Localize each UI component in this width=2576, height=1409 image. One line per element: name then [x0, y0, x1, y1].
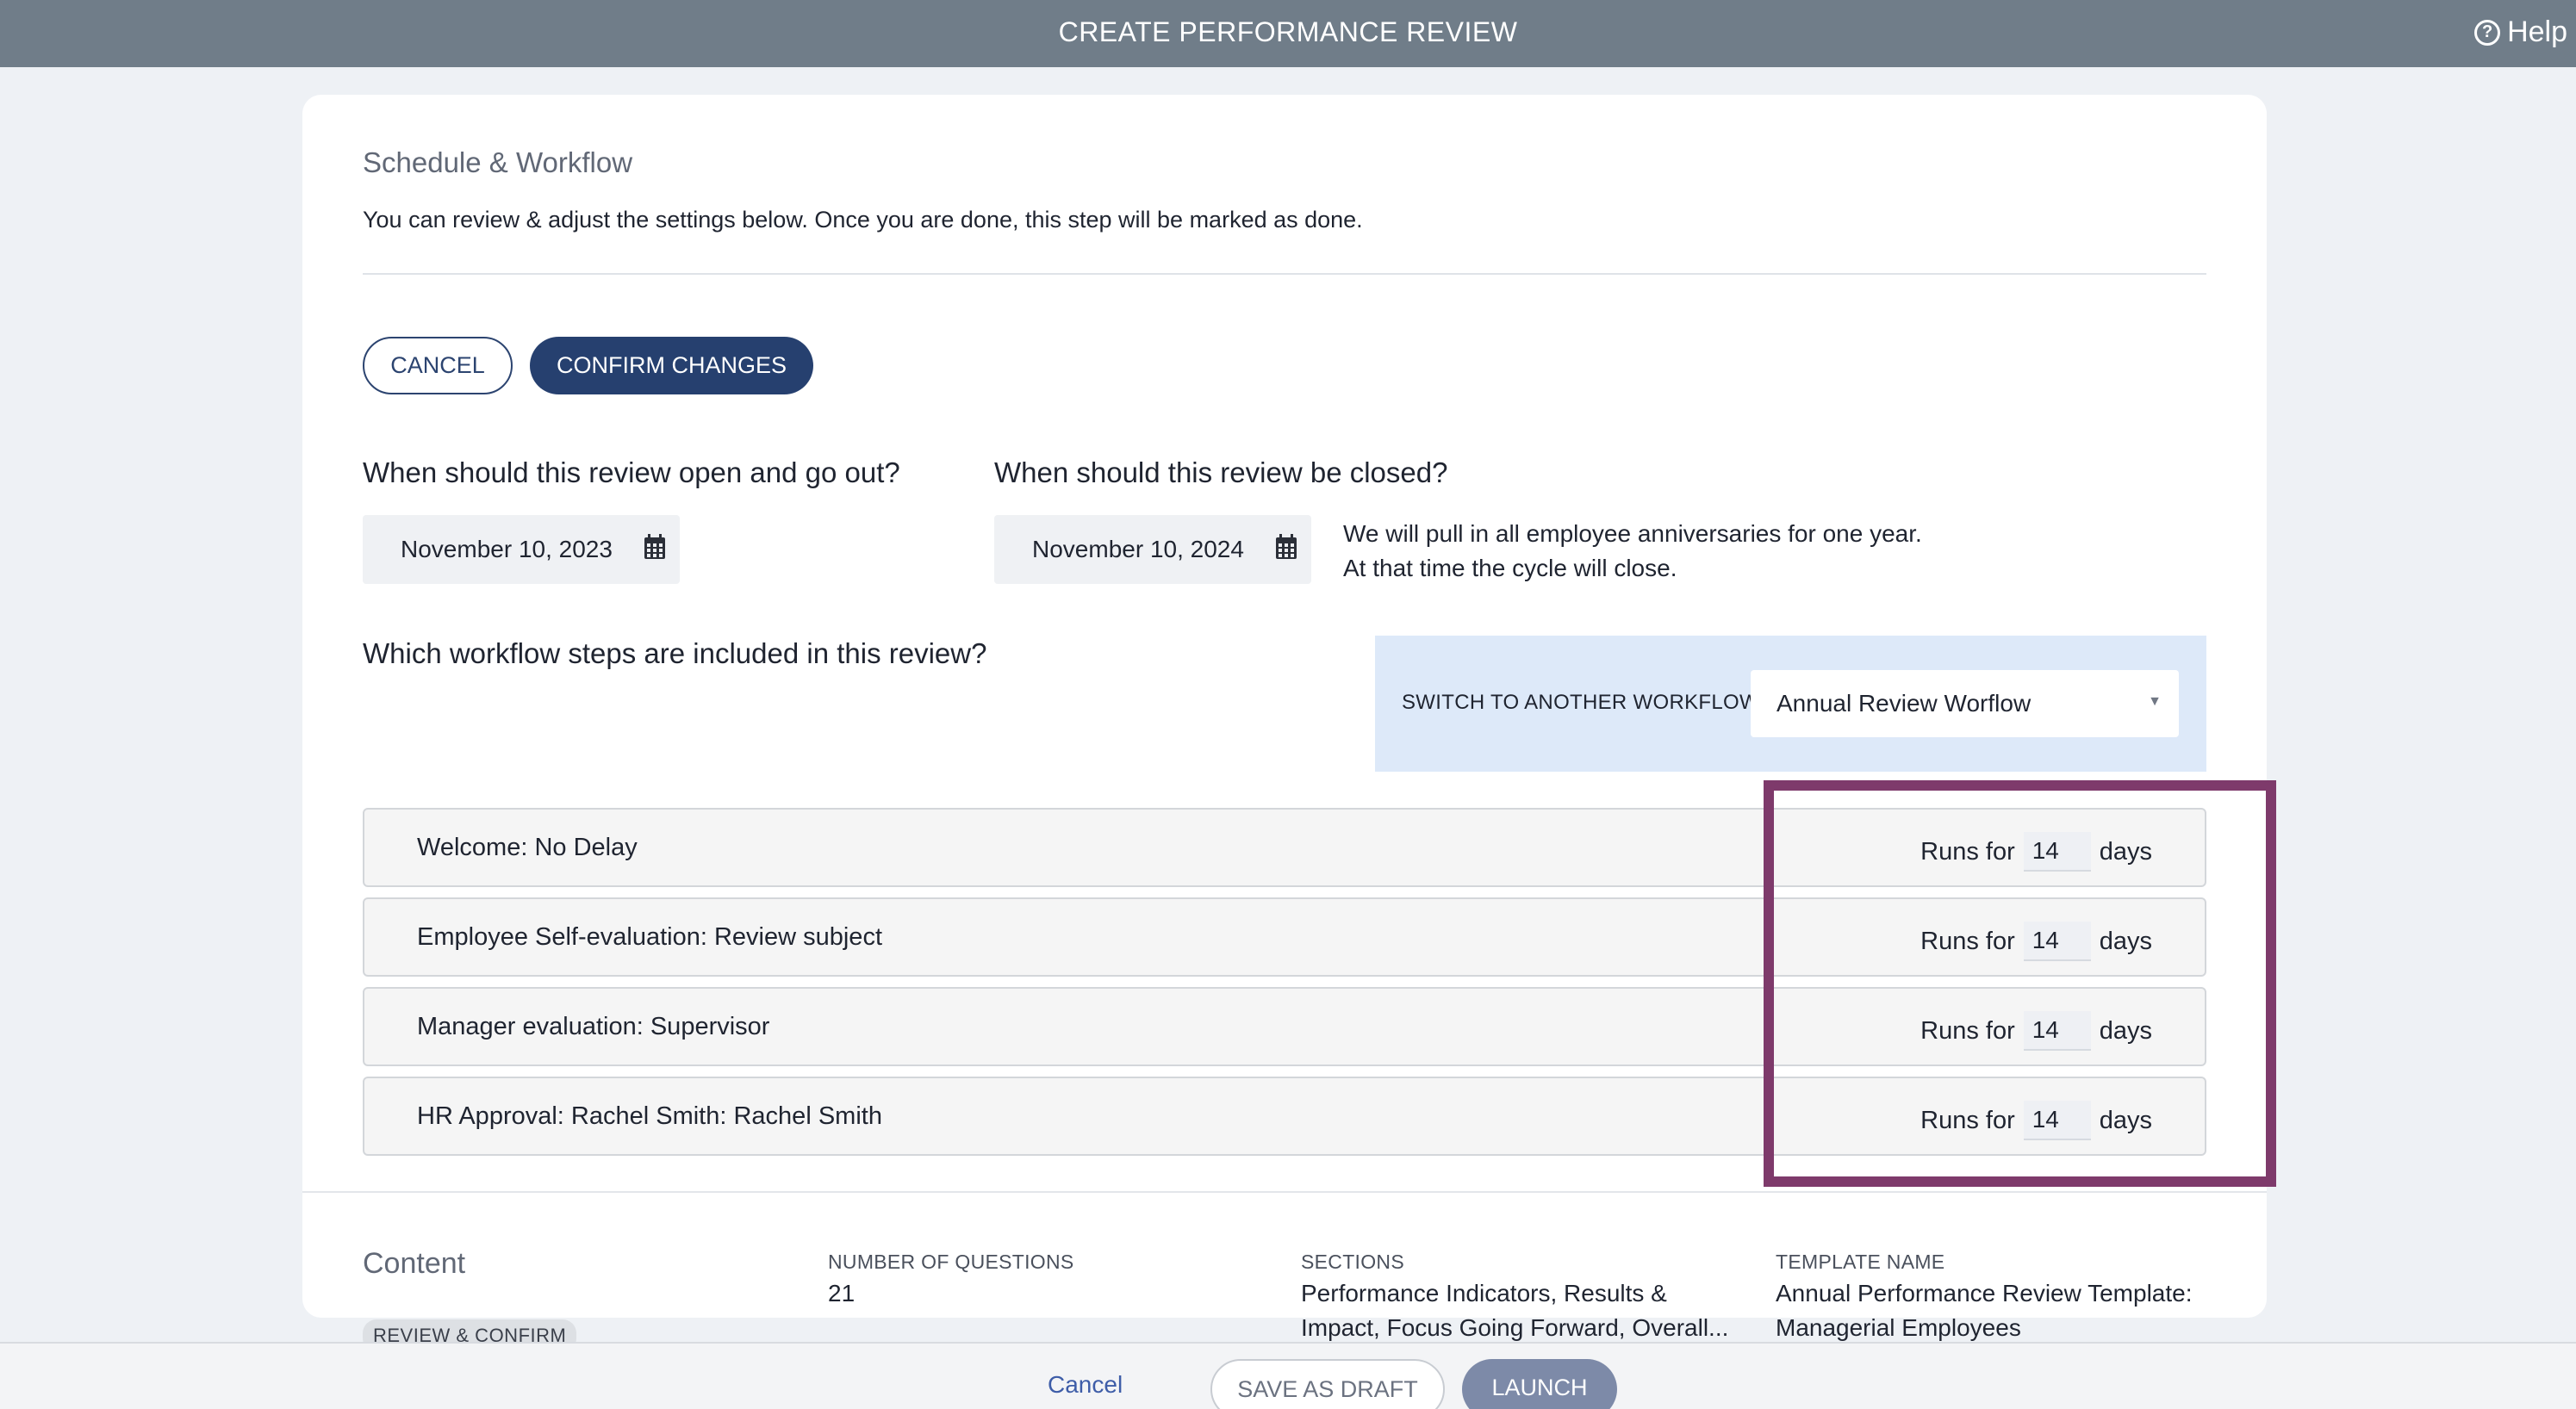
close-note-line2: At that time the cycle will close.	[1343, 555, 1677, 581]
help-label: Help	[2507, 16, 2567, 48]
caret-down-icon: ▼	[2148, 694, 2162, 709]
step-name: Manager evaluation: Supervisor	[417, 1013, 770, 1040]
section-title: Schedule & Workflow	[363, 146, 633, 178]
close-note-line1: We will pull in all employee anniversari…	[1343, 520, 1922, 547]
footer-cancel-link[interactable]: Cancel	[1048, 1371, 1123, 1399]
open-date-question: When should this review open and go out?	[363, 456, 900, 488]
confirm-changes-button[interactable]: CONFIRM CHANGES	[530, 337, 813, 394]
sections-value: Performance Indicators, Results & Impact…	[1301, 1276, 1728, 1345]
template-name-value: Annual Performance Review Template: Mana…	[1776, 1276, 2193, 1345]
sections-line1: Performance Indicators, Results &	[1301, 1280, 1667, 1307]
cancel-button[interactable]: CANCEL	[363, 337, 513, 394]
open-date-value: November 10, 2023	[401, 536, 613, 562]
calendar-icon[interactable]	[644, 534, 666, 560]
template-line2: Managerial Employees	[1776, 1314, 2021, 1341]
divider	[302, 1191, 2267, 1193]
help-circle-icon: ?	[2474, 19, 2501, 46]
calendar-icon[interactable]	[1275, 534, 1297, 560]
page-title: CREATE PERFORMANCE REVIEW	[1058, 16, 1518, 47]
workflow-select[interactable]: Annual Review Worflow ▼	[1751, 670, 2179, 737]
sections-line2: Impact, Focus Going Forward, Overall...	[1301, 1314, 1729, 1341]
top-bar: CREATE PERFORMANCE REVIEW ? Help	[0, 0, 2576, 67]
template-line1: Annual Performance Review Template:	[1776, 1280, 2193, 1307]
help-link[interactable]: ? Help	[2474, 16, 2567, 49]
close-date-question: When should this review be closed?	[994, 456, 1448, 488]
save-as-draft-button[interactable]: SAVE AS DRAFT	[1210, 1359, 1445, 1409]
open-date-field[interactable]: November 10, 2023	[363, 515, 680, 584]
num-questions-label: NUMBER OF QUESTIONS	[828, 1251, 1074, 1273]
workflow-select-value: Annual Review Worflow	[1776, 690, 2032, 717]
section-description: You can review & adjust the settings bel…	[363, 207, 1363, 233]
step-name: Welcome: No Delay	[417, 834, 638, 861]
workflow-question: Which workflow steps are included in thi…	[363, 637, 987, 669]
workflow-switch-panel: SWITCH TO ANOTHER WORKFLOW Annual Review…	[1375, 636, 2206, 772]
divider	[363, 273, 2206, 275]
close-note: We will pull in all employee anniversari…	[1343, 517, 1922, 586]
content-section-title: Content	[363, 1247, 466, 1280]
template-name-label: TEMPLATE NAME	[1776, 1251, 1945, 1273]
step-name: HR Approval: Rachel Smith: Rachel Smith	[417, 1102, 882, 1130]
close-date-value: November 10, 2024	[1032, 536, 1244, 562]
switch-workflow-label: SWITCH TO ANOTHER WORKFLOW	[1402, 691, 1759, 714]
step-name: Employee Self-evaluation: Review subject	[417, 923, 882, 951]
sections-label: SECTIONS	[1301, 1251, 1404, 1273]
footer-bar: Cancel SAVE AS DRAFT LAUNCH	[0, 1342, 2576, 1409]
highlight-box	[1764, 780, 2276, 1187]
close-date-field[interactable]: November 10, 2024	[994, 515, 1311, 584]
num-questions-value: 21	[828, 1280, 856, 1307]
launch-button[interactable]: LAUNCH	[1462, 1359, 1617, 1409]
